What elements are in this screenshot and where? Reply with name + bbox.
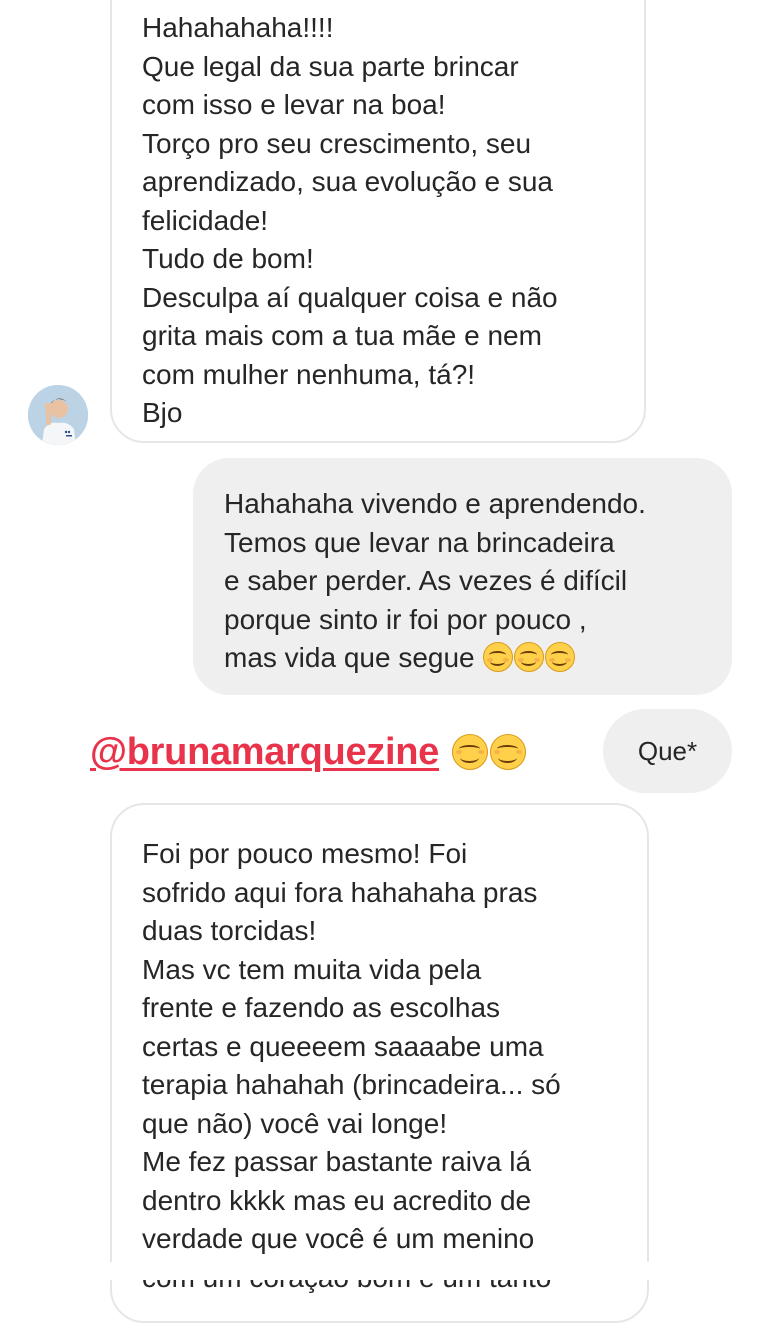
message-line: Desculpa aí qualquer coisa e não: [142, 281, 558, 313]
message-line: com mulher nenhuma, tá?!: [142, 358, 476, 390]
message-line: Tudo de bom!: [142, 243, 314, 274]
sent-correction-message[interactable]: Que*: [603, 709, 732, 793]
message-line: Torço pro seu crescimento, seu: [142, 127, 532, 159]
message-line: dentro kkkk mas eu acredito de: [142, 1184, 532, 1216]
smiling-face-emoji-icon: [545, 642, 576, 672]
message-line: Que legal da sua parte brincar: [142, 50, 519, 82]
message-line: grita mais com a tua mãe e nem: [142, 320, 542, 351]
message-line: porque sinto ir foi por pouco ,: [224, 603, 587, 635]
message-line: frente e fazendo as escolhas: [142, 992, 501, 1023]
message-line: aprendizado, sua evolução e sua: [142, 166, 553, 197]
avatar-photo-icon: [28, 385, 88, 445]
message-text: mas vida que segue: [224, 642, 483, 673]
message-line: e saber perder. As vezes é difícil: [224, 565, 628, 596]
smiling-face-emoji-icon: [451, 734, 488, 770]
message-text: Que*: [637, 735, 698, 766]
message-line: sofrido aqui fora hahahaha pras: [142, 876, 538, 908]
message-line: Bjo: [142, 397, 183, 428]
message-line: felicidade!: [142, 204, 269, 236]
message-line: Me fez passar bastante raiva lá: [142, 1146, 532, 1177]
message-line: Hahahaha vivendo e aprendendo.: [224, 488, 646, 519]
smiling-face-emoji-icon: [514, 642, 545, 672]
message-line: Foi por pouco mesmo! Foi: [142, 838, 468, 869]
sent-message[interactable]: Hahahaha vivendo e aprendendo. Temos que…: [193, 458, 732, 695]
screen-bottom-edge: [0, 1262, 758, 1280]
message-line: Hahahahaha!!!!: [142, 12, 334, 43]
message-line: Temos que levar na brincadeira: [224, 526, 615, 558]
message-line: certas e queeeem saaaabe uma: [142, 1030, 544, 1062]
message-line: com isso e levar na boa!: [142, 89, 446, 120]
mention-message[interactable]: @brunamarquezine: [90, 722, 526, 782]
message-line-with-emoji: mas vida que segue: [224, 639, 732, 678]
sender-avatar[interactable]: [28, 385, 88, 445]
received-message-2[interactable]: Foi por pouco mesmo! Foi sofrido aqui fo…: [110, 803, 649, 1323]
mention-link[interactable]: @brunamarquezine: [90, 731, 439, 774]
message-line: que não) você vai longe!: [142, 1107, 448, 1139]
smiling-face-emoji-icon: [489, 734, 526, 770]
message-line: Mas vc tem muita vida pela: [142, 953, 482, 985]
received-message-1[interactable]: Hahahahaha!!!! Que legal da sua parte br…: [110, 0, 646, 443]
message-line: duas torcidas!: [142, 915, 317, 946]
message-line: terapia hahahah (brincadeira... só: [142, 1069, 561, 1100]
smiling-face-emoji-icon: [483, 642, 514, 672]
message-line: verdade que você é um menino: [142, 1223, 535, 1254]
